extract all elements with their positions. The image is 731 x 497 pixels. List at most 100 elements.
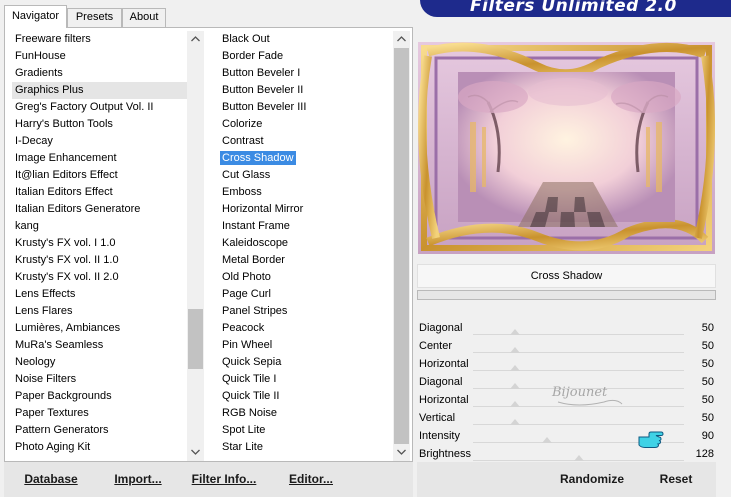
category-item[interactable]: Lens Effects — [12, 286, 188, 303]
category-item[interactable]: Krusty's FX vol. I 1.0 — [12, 235, 188, 252]
category-item[interactable]: Italian Editors Generatore — [12, 201, 188, 218]
preview-image — [418, 42, 715, 254]
filter-item-label: Cross Shadow — [220, 151, 296, 165]
filter-scroll-thumb[interactable] — [394, 48, 409, 444]
param-name: Diagonal — [419, 376, 463, 388]
filter-item[interactable]: RGB Noise — [219, 405, 395, 422]
category-item[interactable]: Italian Editors Effect — [12, 184, 188, 201]
filter-info-button[interactable]: Filter Info... — [186, 466, 262, 492]
param-slider-knob[interactable] — [510, 401, 521, 407]
tab-presets[interactable]: Presets — [67, 8, 122, 27]
filter-item[interactable]: Quick Tile II — [219, 388, 395, 405]
category-item[interactable]: Paper Backgrounds — [12, 388, 188, 405]
filter-item-label: Quick Sepia — [222, 356, 282, 368]
category-scrollbar[interactable] — [187, 31, 204, 461]
category-item[interactable]: Gradients — [12, 65, 188, 82]
filter-item-label: Quick Tile I — [222, 373, 277, 385]
category-item[interactable]: Photo Aging Kit — [12, 439, 188, 456]
param-slider-knob[interactable] — [541, 437, 552, 443]
category-item[interactable]: Pattern Generators — [12, 422, 188, 439]
filter-item-label: Colorize — [222, 118, 263, 130]
filter-item[interactable]: Peacock — [219, 320, 395, 337]
filter-item[interactable]: Page Curl — [219, 286, 395, 303]
database-button[interactable]: Database — [14, 466, 88, 492]
filter-item[interactable]: Quick Sepia — [219, 354, 395, 371]
filter-item[interactable]: Button Beveler II — [219, 82, 395, 99]
param-slider-knob[interactable] — [573, 455, 584, 461]
tab-navigator[interactable]: Navigator — [4, 5, 67, 28]
editor-button[interactable]: Editor... — [280, 466, 342, 492]
filter-item[interactable]: Instant Frame — [219, 218, 395, 235]
param-slider[interactable] — [473, 365, 684, 371]
filter-item[interactable]: Old Photo — [219, 269, 395, 286]
filter-item[interactable]: Contrast — [219, 133, 395, 150]
filter-item[interactable]: Cross Shadow — [219, 150, 395, 167]
filter-item-label: Button Beveler III — [222, 101, 307, 113]
filter-item[interactable]: Pin Wheel — [219, 337, 395, 354]
category-item[interactable]: Krusty's FX vol. II 2.0 — [12, 269, 188, 286]
filter-item[interactable]: Button Beveler I — [219, 65, 395, 82]
category-item[interactable]: Harry's Button Tools — [12, 116, 188, 133]
filter-item[interactable]: Star Lite — [219, 439, 395, 456]
category-item[interactable]: Greg's Factory Output Vol. II — [12, 99, 188, 116]
filter-item[interactable]: Panel Stripes — [219, 303, 395, 320]
param-slider-knob[interactable] — [510, 329, 521, 335]
category-item[interactable]: MuRa's Seamless — [12, 337, 188, 354]
filter-item[interactable]: Quick Tile I — [219, 371, 395, 388]
filter-item-label: Panel Stripes — [222, 305, 288, 317]
filter-item[interactable]: Cut Glass — [219, 167, 395, 184]
filter-item[interactable]: Horizontal Mirror — [219, 201, 395, 218]
param-slider-knob[interactable] — [510, 365, 521, 371]
randomize-button[interactable]: Randomize — [552, 466, 632, 492]
chevron-down-icon[interactable] — [393, 444, 410, 461]
filter-item-label: Spot Lite — [222, 424, 266, 436]
param-slider[interactable] — [473, 329, 684, 335]
category-list[interactable]: Freeware filters FunHouse Gradients Graphic… — [12, 31, 188, 461]
category-scroll-thumb[interactable] — [188, 309, 203, 369]
category-item[interactable]: Lens Flares — [12, 303, 188, 320]
param-slider[interactable] — [473, 455, 684, 461]
filter-scrollbar[interactable] — [393, 31, 410, 461]
category-item[interactable]: Noise Filters — [12, 371, 188, 388]
filter-item[interactable]: Kaleidoscope — [219, 235, 395, 252]
param-value: 50 — [701, 358, 714, 370]
chevron-up-icon[interactable] — [393, 31, 410, 48]
category-item[interactable]: Graphics Plus — [12, 82, 188, 99]
category-item[interactable]: kang — [12, 218, 188, 235]
param-row: Vertical 50 — [417, 410, 716, 428]
param-slider[interactable] — [473, 419, 684, 425]
tab-about[interactable]: About — [122, 8, 166, 27]
filter-item-label: Cut Glass — [222, 169, 271, 181]
category-item[interactable]: FunHouse — [12, 48, 188, 65]
filter-item-label: Quick Tile II — [222, 390, 280, 402]
param-slider[interactable] — [473, 347, 684, 353]
param-row: Center 50 — [417, 338, 716, 356]
reset-button[interactable]: Reset — [648, 466, 704, 492]
category-item[interactable]: Paper Textures — [12, 405, 188, 422]
chevron-down-icon[interactable] — [187, 444, 204, 461]
import-button[interactable]: Import... — [104, 466, 172, 492]
chevron-up-icon[interactable] — [187, 31, 204, 48]
param-value: 50 — [701, 340, 714, 352]
param-slider-knob[interactable] — [510, 347, 521, 353]
pointing-hand-icon — [637, 429, 664, 449]
filter-item[interactable]: Emboss — [219, 184, 395, 201]
param-name: Center — [419, 340, 453, 352]
category-item[interactable]: Lumières, Ambiances — [12, 320, 188, 337]
filter-item[interactable]: Button Beveler III — [219, 99, 395, 116]
filter-list[interactable]: Black Out Border Fade Button Beveler I Butt… — [219, 31, 395, 461]
filter-title: Cross Shadow — [417, 264, 716, 288]
category-item[interactable]: Krusty's FX vol. II 1.0 — [12, 252, 188, 269]
filter-item[interactable]: Border Fade — [219, 48, 395, 65]
filter-item[interactable]: Colorize — [219, 116, 395, 133]
category-item[interactable]: Freeware filters — [12, 31, 188, 48]
filter-item[interactable]: Metal Border — [219, 252, 395, 269]
category-item[interactable]: Neology — [12, 354, 188, 371]
filter-item[interactable]: Spot Lite — [219, 422, 395, 439]
param-slider-knob[interactable] — [510, 419, 521, 425]
param-slider-knob[interactable] — [510, 383, 521, 389]
category-item[interactable]: Image Enhancement — [12, 150, 188, 167]
category-item[interactable]: I-Decay — [12, 133, 188, 150]
category-item[interactable]: It@lian Editors Effect — [12, 167, 188, 184]
filter-item[interactable]: Black Out — [219, 31, 395, 48]
